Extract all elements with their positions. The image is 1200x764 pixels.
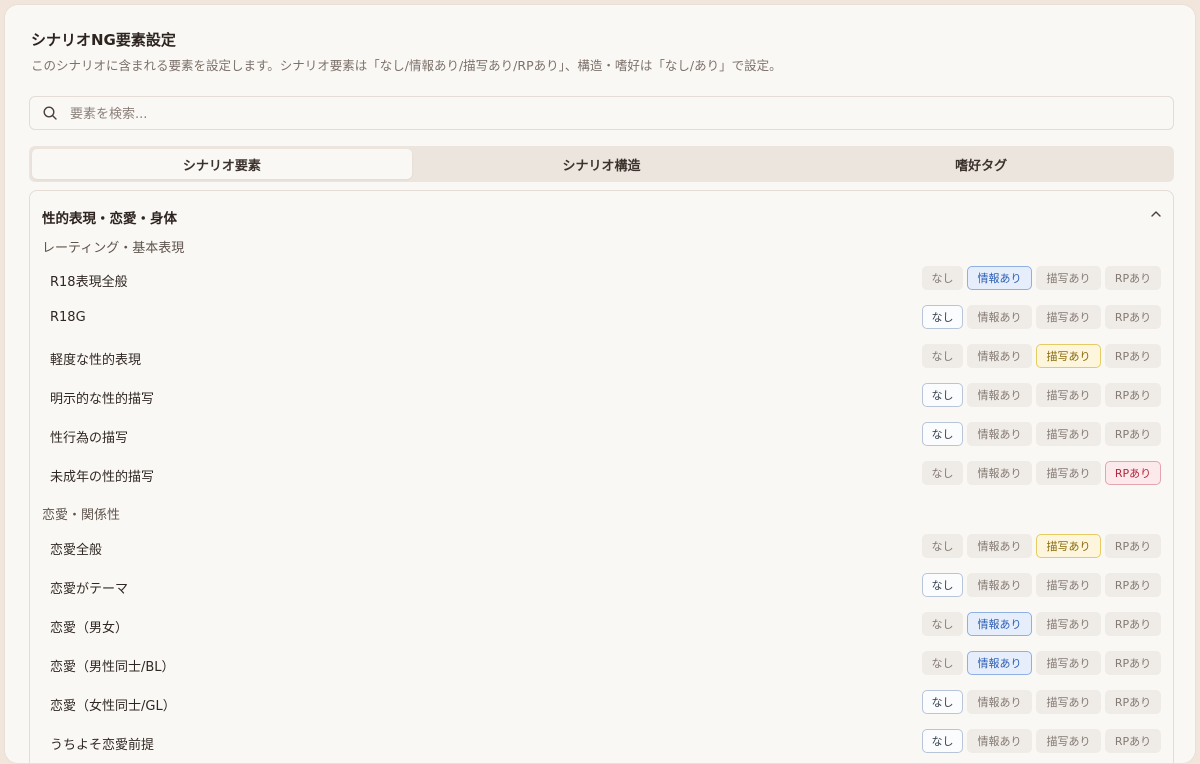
element-row: 明示的な性的描写 なし 情報あり 描写あり RPあり (30, 383, 1173, 409)
option-rp-button[interactable]: RPあり (1105, 461, 1161, 485)
option-draw-button[interactable]: 描写あり (1036, 612, 1101, 636)
element-label: 性行為の描写 (50, 431, 129, 446)
option-rp-button[interactable]: RPあり (1105, 729, 1161, 753)
tab-scenario-elements[interactable]: シナリオ要素 (32, 149, 412, 179)
option-group: なし 情報あり 描写あり RPあり (922, 690, 1161, 714)
option-info-button[interactable]: 情報あり (967, 690, 1032, 714)
option-none-button[interactable]: なし (922, 612, 963, 636)
chevron-up-icon[interactable] (1149, 207, 1163, 221)
element-row: うちよそ恋愛前提 なし 情報あり 描写あり RPあり (30, 729, 1173, 755)
option-draw-button[interactable]: 描写あり (1036, 534, 1101, 558)
option-info-button[interactable]: 情報あり (967, 266, 1032, 290)
option-group: なし 情報あり 描写あり RPあり (922, 305, 1161, 329)
option-rp-button[interactable]: RPあり (1105, 422, 1161, 446)
element-label: 未成年の性的描写 (50, 470, 155, 485)
option-rp-button[interactable]: RPあり (1105, 305, 1161, 329)
option-none-button[interactable]: なし (922, 690, 963, 714)
option-draw-button[interactable]: 描写あり (1036, 344, 1101, 368)
element-row: R18G なし 情報あり 描写あり RPあり (30, 305, 1173, 331)
option-draw-button[interactable]: 描写あり (1036, 690, 1101, 714)
option-group: なし 情報あり 描写あり RPあり (922, 383, 1161, 407)
element-row: 恋愛（女性同士/GL） なし 情報あり 描写あり RPあり (30, 690, 1173, 716)
element-label: 恋愛（男女） (50, 621, 129, 636)
option-rp-button[interactable]: RPあり (1105, 612, 1161, 636)
element-row: 未成年の性的描写 なし 情報あり 描写あり RPあり (30, 461, 1173, 487)
option-none-button[interactable]: なし (922, 534, 963, 558)
option-draw-button[interactable]: 描写あり (1036, 305, 1101, 329)
option-info-button[interactable]: 情報あり (967, 612, 1032, 636)
option-rp-button[interactable]: RPあり (1105, 344, 1161, 368)
search-box[interactable] (29, 96, 1174, 130)
tab-preference-tags[interactable]: 嗜好タグ (791, 149, 1171, 179)
element-label: R18G (50, 310, 86, 325)
option-group: なし 情報あり 描写あり RPあり (922, 344, 1161, 368)
search-input[interactable] (68, 101, 1162, 127)
option-info-button[interactable]: 情報あり (967, 729, 1032, 753)
option-info-button[interactable]: 情報あり (967, 534, 1032, 558)
group-label: レーティング・基本表現 (42, 241, 185, 256)
option-none-button[interactable]: なし (922, 266, 963, 290)
group-label: 恋愛・関係性 (42, 508, 121, 523)
option-rp-button[interactable]: RPあり (1105, 383, 1161, 407)
option-none-button[interactable]: なし (922, 383, 963, 407)
element-label: 恋愛（男性同士/BL） (50, 660, 175, 675)
option-info-button[interactable]: 情報あり (967, 422, 1032, 446)
option-group: なし 情報あり 描写あり RPあり (922, 651, 1161, 675)
element-row: R18表現全般 なし 情報あり 描写あり RPあり (30, 266, 1173, 292)
option-info-button[interactable]: 情報あり (967, 383, 1032, 407)
element-label: 軽度な性的表現 (50, 353, 142, 368)
option-info-button[interactable]: 情報あり (967, 305, 1032, 329)
option-draw-button[interactable]: 描写あり (1036, 422, 1101, 446)
option-draw-button[interactable]: 描写あり (1036, 651, 1101, 675)
option-rp-button[interactable]: RPあり (1105, 690, 1161, 714)
option-rp-button[interactable]: RPあり (1105, 266, 1161, 290)
option-group: なし 情報あり 描写あり RPあり (922, 729, 1161, 753)
element-row: 恋愛がテーマ なし 情報あり 描写あり RPあり (30, 573, 1173, 599)
option-info-button[interactable]: 情報あり (967, 573, 1032, 597)
option-rp-button[interactable]: RPあり (1105, 534, 1161, 558)
option-info-button[interactable]: 情報あり (967, 461, 1032, 485)
element-row: 恋愛全般 なし 情報あり 描写あり RPあり (30, 534, 1173, 560)
option-none-button[interactable]: なし (922, 461, 963, 485)
option-group: なし 情報あり 描写あり RPあり (922, 461, 1161, 485)
element-row: 軽度な性的表現 なし 情報あり 描写あり RPあり (30, 344, 1173, 370)
element-row: 性行為の描写 なし 情報あり 描写あり RPあり (30, 422, 1173, 448)
option-info-button[interactable]: 情報あり (967, 651, 1032, 675)
option-group: なし 情報あり 描写あり RPあり (922, 422, 1161, 446)
option-rp-button[interactable]: RPあり (1105, 573, 1161, 597)
tab-scenario-structure[interactable]: シナリオ構造 (412, 149, 792, 179)
option-group: なし 情報あり 描写あり RPあり (922, 534, 1161, 558)
option-info-button[interactable]: 情報あり (967, 344, 1032, 368)
element-row: 恋愛（男性同士/BL） なし 情報あり 描写あり RPあり (30, 651, 1173, 677)
option-none-button[interactable]: なし (922, 422, 963, 446)
section-card: 性的表現・恋愛・身体 レーティング・基本表現 R18表現全般 なし 情報あり 描写あり R… (29, 190, 1174, 763)
option-draw-button[interactable]: 描写あり (1036, 266, 1101, 290)
option-none-button[interactable]: なし (922, 305, 963, 329)
option-group: なし 情報あり 描写あり RPあり (922, 573, 1161, 597)
option-group: なし 情報あり 描写あり RPあり (922, 266, 1161, 290)
ng-settings-panel: シナリオNG要素設定 このシナリオに含まれる要素を設定します。シナリオ要素は「な… (4, 4, 1196, 764)
option-draw-button[interactable]: 描写あり (1036, 729, 1101, 753)
element-label: うちよそ恋愛前提 (50, 738, 155, 753)
element-label: 恋愛（女性同士/GL） (50, 699, 176, 714)
option-draw-button[interactable]: 描写あり (1036, 383, 1101, 407)
option-group: なし 情報あり 描写あり RPあり (922, 612, 1161, 636)
element-label: 恋愛全般 (50, 543, 103, 558)
option-none-button[interactable]: なし (922, 344, 963, 368)
page-description: このシナリオに含まれる要素を設定します。シナリオ要素は「なし/情報あり/描写あり… (31, 58, 782, 73)
tab-bar: シナリオ要素 シナリオ構造 嗜好タグ (29, 146, 1174, 182)
option-draw-button[interactable]: 描写あり (1036, 573, 1101, 597)
option-draw-button[interactable]: 描写あり (1036, 461, 1101, 485)
search-icon (43, 106, 57, 120)
section-title: 性的表現・恋愛・身体 (42, 211, 177, 227)
option-none-button[interactable]: なし (922, 573, 963, 597)
element-label: R18表現全般 (50, 275, 128, 290)
element-label: 明示的な性的描写 (50, 392, 155, 407)
element-label: 恋愛がテーマ (50, 582, 129, 597)
option-none-button[interactable]: なし (922, 729, 963, 753)
page-title: シナリオNG要素設定 (31, 31, 176, 49)
element-row: 恋愛（男女） なし 情報あり 描写あり RPあり (30, 612, 1173, 638)
option-rp-button[interactable]: RPあり (1105, 651, 1161, 675)
option-none-button[interactable]: なし (922, 651, 963, 675)
